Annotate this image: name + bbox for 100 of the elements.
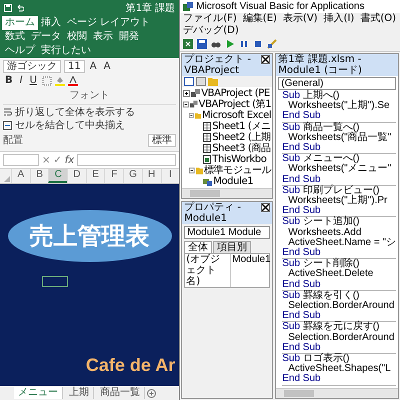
sheet-tab[interactable]: メニュー [14, 387, 63, 399]
bold-button[interactable]: B [3, 75, 15, 86]
increase-font-button[interactable]: A [88, 61, 99, 72]
close-button[interactable] [261, 203, 270, 212]
window-title: 第1章 課題 [126, 2, 176, 15]
stop-icon[interactable] [253, 39, 264, 49]
code-line: Worksheets("メニュー" [287, 164, 392, 174]
merge-center-icon[interactable] [3, 121, 12, 130]
undo-icon[interactable] [16, 4, 24, 12]
tree-item[interactable]: VBAProject (PE [201, 88, 270, 99]
italic-button[interactable]: I [18, 75, 25, 86]
code-line: End Sub [282, 342, 322, 353]
wrap-text-button[interactable]: 折り返して全体を表示する [15, 107, 135, 118]
decrease-font-button[interactable]: A [102, 61, 112, 72]
font-name-field[interactable]: 游ゴシック [3, 60, 61, 73]
code-line: End Sub [282, 143, 321, 154]
pane-title: プロパティ - Module1 [184, 202, 242, 224]
brand-text: Cafe de Ar [86, 355, 176, 376]
collapse-icon[interactable] [183, 101, 190, 108]
property-name: (オブジェクト名) [185, 254, 232, 287]
properties-tab[interactable]: 全体 [184, 241, 212, 253]
ribbon-tab[interactable]: 開発 [116, 30, 142, 44]
code-line: End Sub [282, 174, 322, 185]
run-icon[interactable] [225, 39, 236, 49]
collapse-icon[interactable] [189, 167, 195, 174]
ribbon-tab[interactable]: 校閲 [64, 30, 90, 44]
menu-item[interactable]: デバッグ(D) [183, 25, 239, 37]
design-mode-icon[interactable] [267, 39, 278, 49]
property-value[interactable]: Module1 [231, 254, 272, 287]
title-shape: 売上管理表 [8, 210, 172, 262]
ribbon-tab[interactable]: 挿入 [38, 16, 64, 30]
close-button[interactable] [261, 55, 270, 64]
ribbon-tab[interactable]: ホーム [2, 16, 38, 30]
underline-button[interactable]: U [28, 75, 39, 86]
properties-tab[interactable]: 項目別 [213, 241, 252, 253]
border-icon[interactable] [42, 76, 52, 86]
font-size-field[interactable]: 11 [64, 60, 85, 73]
ribbon-tab[interactable]: データ [28, 30, 64, 44]
pause-icon[interactable] [239, 39, 250, 49]
merge-center-button[interactable]: セルを結合して中央揃え [15, 120, 125, 131]
object-dropdown[interactable]: (General) [278, 77, 396, 90]
save-icon[interactable] [4, 4, 12, 12]
code-line: End Sub [282, 206, 321, 216]
code-line: End Sub [282, 374, 321, 385]
insert-function-button[interactable]: fx [64, 154, 74, 166]
code-line: Sub 罫線を元に戻す() [282, 322, 380, 332]
sheet-icon [203, 133, 212, 142]
sheet-tab[interactable]: 商品一覧 [96, 387, 145, 399]
menu-item[interactable]: 編集(E) [242, 13, 277, 25]
excel-icon[interactable] [183, 39, 194, 49]
app-icon [183, 2, 194, 12]
tree-item[interactable]: Sheet3 (商品 [212, 143, 271, 154]
font-color-icon[interactable] [68, 76, 78, 86]
tree-item[interactable]: Microsoft Excel [202, 110, 272, 121]
code-line: Sub 印刷プレビュー() [282, 186, 380, 196]
code-line: Sub 商品一覧へ() [282, 122, 360, 133]
column-header[interactable]: E [86, 169, 104, 183]
tree-item[interactable]: 標準モジュール [204, 165, 272, 176]
horizontal-scrollbar[interactable] [182, 188, 272, 198]
object-dropdown[interactable]: Module1 Module [184, 226, 270, 239]
fill-color-icon[interactable] [54, 76, 65, 86]
sheet-icon [203, 122, 212, 131]
tree-item[interactable]: Module1 [213, 176, 254, 187]
sheet-tab[interactable]: 上期 [65, 387, 94, 399]
column-header[interactable]: D [67, 169, 86, 183]
column-header[interactable]: C [48, 169, 68, 183]
window-title: Microsoft Visual Basic for Applications [196, 1, 364, 12]
ribbon-tab[interactable]: ヘルプ [2, 44, 38, 58]
module-icon [203, 178, 212, 186]
code-line: Worksheets("上期").Pr [288, 196, 388, 206]
cancel-button[interactable]: × [42, 154, 50, 166]
menu-item[interactable]: 表示(V) [282, 13, 318, 25]
menu-item[interactable]: 挿入(I) [324, 13, 354, 25]
column-header[interactable]: F [104, 169, 124, 183]
tree-item[interactable]: Sheet1 (メニ [212, 121, 271, 132]
tree-item[interactable]: ThisWorkbo [212, 154, 266, 165]
enter-button[interactable]: ✓ [53, 154, 62, 166]
horizontal-scrollbar[interactable] [276, 388, 398, 398]
collapse-icon[interactable] [189, 112, 194, 119]
tree-item[interactable]: VBAProject (第1 [198, 99, 272, 110]
save-icon[interactable] [197, 39, 208, 49]
ribbon-tab[interactable]: ページ レイアウト [64, 16, 154, 30]
formula-input[interactable] [77, 154, 176, 166]
ribbon-tab[interactable]: 表示 [90, 30, 116, 44]
view-code-icon[interactable] [184, 77, 194, 86]
code-line: ActiveSheet.Delete [287, 269, 374, 280]
ribbon-tab[interactable]: 数式 [2, 30, 28, 44]
wrap-text-icon[interactable] [3, 108, 12, 117]
column-header[interactable]: G [123, 169, 142, 183]
expand-icon[interactable] [183, 90, 190, 97]
folder-icon [194, 112, 202, 120]
add-sheet-icon[interactable] [147, 388, 156, 398]
number-format-field[interactable]: 標準 [148, 134, 176, 146]
column-header[interactable]: H [142, 169, 160, 183]
menu-item[interactable]: ファイル(F) [183, 13, 237, 25]
view-object-icon[interactable] [196, 77, 206, 86]
tree-item[interactable]: Sheet2 (上期 [212, 132, 271, 143]
ribbon-tab[interactable]: 実行したい [38, 44, 94, 58]
column-header[interactable]: A [11, 169, 30, 183]
menu-item[interactable]: 書式(O) [360, 13, 396, 25]
